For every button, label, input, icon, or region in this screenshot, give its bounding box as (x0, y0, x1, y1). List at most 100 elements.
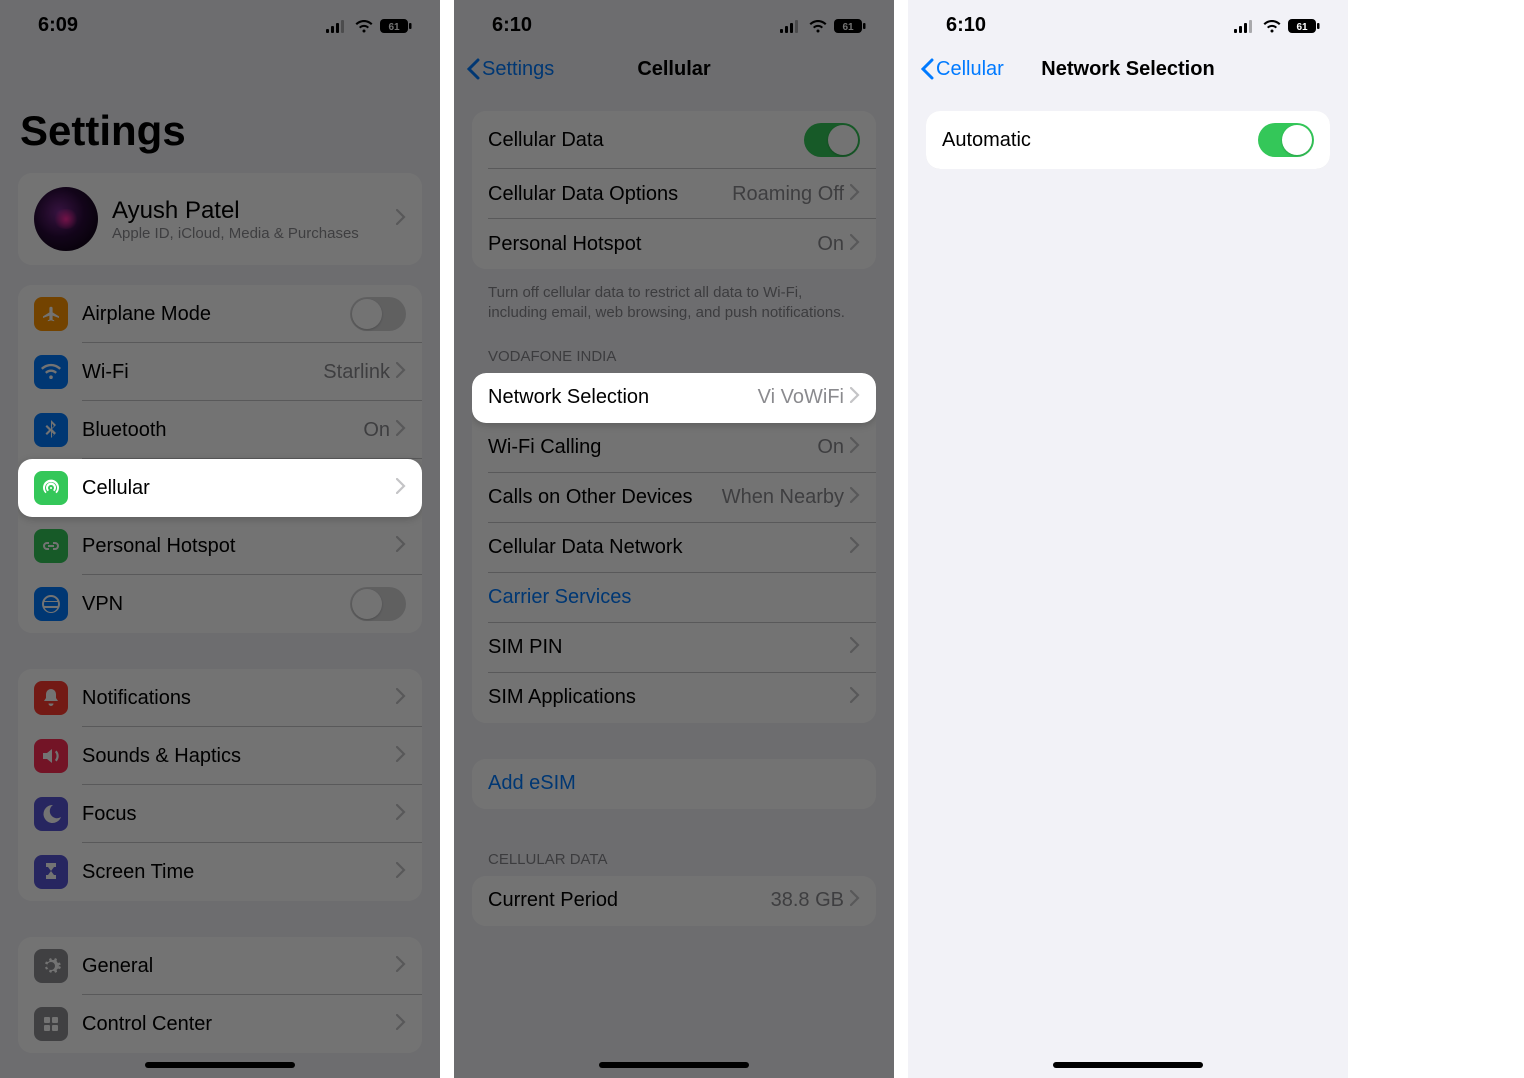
list-row[interactable]: Notifications (18, 669, 422, 727)
apple-id-row[interactable]: Ayush Patel Apple ID, iCloud, Media & Pu… (18, 173, 422, 265)
cellular-signal-icon (780, 19, 802, 33)
list-row[interactable]: SIM Applications (472, 673, 876, 723)
svg-text:61: 61 (1296, 22, 1308, 33)
phone-network-selection: 6:10 61 Cellular Network Selection Autom… (908, 0, 1348, 1078)
battery-icon: 61 (834, 19, 866, 33)
row-icon (34, 529, 68, 563)
chevron-right-icon (850, 537, 860, 553)
row-label: Carrier Services (488, 586, 860, 609)
row-value: Roaming Off (732, 183, 844, 206)
list-row[interactable]: Personal Hotspot (18, 517, 422, 575)
list-row[interactable]: Calls on Other DevicesWhen Nearby (472, 473, 876, 523)
status-time: 6:09 (38, 14, 78, 37)
page-title: Cellular (454, 58, 894, 81)
row-label: Cellular Data Options (488, 183, 732, 206)
row-label: Wi-Fi (82, 361, 323, 384)
row-value: When Nearby (722, 486, 844, 509)
list-row[interactable]: Cellular Data (472, 111, 876, 169)
chevron-right-icon (396, 536, 406, 552)
carrier-group: Network SelectionVi VoWiFiWi-Fi CallingO… (472, 373, 876, 723)
row-label: Automatic (942, 129, 1258, 152)
list-row[interactable]: VPN (18, 575, 422, 633)
chevron-right-icon (850, 184, 860, 205)
list-row[interactable]: Control Center (18, 995, 422, 1053)
list-row[interactable]: Sounds & Haptics (18, 727, 422, 785)
chevron-right-icon (850, 637, 860, 653)
list-row[interactable]: Cellular (18, 459, 422, 517)
row-icon (34, 949, 68, 983)
chevron-right-icon (396, 804, 406, 820)
list-row[interactable]: Personal HotspotOn (472, 219, 876, 269)
chevron-right-icon (396, 1014, 406, 1030)
chevron-right-icon (850, 387, 860, 403)
chevron-right-icon (850, 537, 860, 558)
chevron-right-icon (396, 536, 406, 557)
chevron-right-icon (396, 1014, 406, 1035)
row-icon (34, 797, 68, 831)
esim-group: Add eSIM (472, 759, 876, 809)
chevron-right-icon (396, 804, 406, 825)
status-time: 6:10 (946, 14, 986, 37)
list-row[interactable]: Focus (18, 785, 422, 843)
chevron-right-icon (396, 209, 406, 225)
list-row[interactable]: Wi-Fi CallingOn (472, 423, 876, 473)
nav-bar: Cellular Network Selection (908, 47, 1348, 95)
chevron-right-icon (396, 862, 406, 883)
row-icon (34, 855, 68, 889)
status-bar: 6:10 61 (908, 0, 1348, 47)
status-bar: 6:10 61 (454, 0, 894, 47)
list-row[interactable]: Carrier Services (472, 573, 876, 623)
home-indicator[interactable] (145, 1062, 295, 1068)
list-row[interactable]: Screen Time (18, 843, 422, 901)
chevron-right-icon (396, 862, 406, 878)
chevron-right-icon (850, 890, 860, 911)
row-icon (34, 1007, 68, 1041)
row-label: Control Center (82, 1013, 396, 1036)
usage-group: Current Period38.8 GB (472, 876, 876, 926)
cellular-signal-icon (326, 19, 348, 33)
chevron-right-icon (850, 637, 860, 658)
toggle[interactable] (350, 587, 406, 621)
list-row[interactable]: Current Period38.8 GB (472, 876, 876, 926)
row-value: On (363, 419, 390, 442)
list-row[interactable]: Wi-FiStarlink (18, 343, 422, 401)
battery-icon: 61 (1288, 19, 1320, 33)
list-row[interactable]: Automatic (926, 111, 1330, 169)
toggle[interactable] (350, 297, 406, 331)
home-indicator[interactable] (1053, 1062, 1203, 1068)
chevron-right-icon (396, 420, 406, 436)
row-label: Cellular Data Network (488, 536, 850, 559)
toggle[interactable] (1258, 123, 1314, 157)
list-row[interactable]: Cellular Data OptionsRoaming Off (472, 169, 876, 219)
row-label: Wi-Fi Calling (488, 436, 817, 459)
chevron-right-icon (396, 746, 406, 767)
wifi-icon (1262, 19, 1282, 33)
avatar (34, 187, 98, 251)
chevron-right-icon (396, 362, 406, 383)
phone-settings: 6:09 61 Settings Ayush Patel Apple ID, i… (0, 0, 440, 1078)
home-indicator[interactable] (599, 1062, 749, 1068)
group-footer: Turn off cellular data to restrict all d… (454, 275, 894, 342)
toggle[interactable] (804, 123, 860, 157)
phone-cellular: 6:10 61 Settings Cellular Cellular DataC… (454, 0, 894, 1078)
chevron-right-icon (850, 387, 860, 408)
list-row[interactable]: Cellular Data Network (472, 523, 876, 573)
row-label: Network Selection (488, 386, 758, 409)
row-label: Personal Hotspot (488, 233, 817, 256)
chevron-right-icon (850, 184, 860, 200)
list-row[interactable]: Airplane Mode (18, 285, 422, 343)
chevron-right-icon (850, 234, 860, 250)
list-row[interactable]: General (18, 937, 422, 995)
row-icon (34, 297, 68, 331)
list-row[interactable]: Network SelectionVi VoWiFi (472, 373, 876, 423)
row-label: Screen Time (82, 861, 396, 884)
row-label: Calls on Other Devices (488, 486, 722, 509)
list-row[interactable]: SIM PIN (472, 623, 876, 673)
row-label: Personal Hotspot (82, 535, 396, 558)
battery-icon: 61 (380, 19, 412, 33)
section-header: Vodafone India (454, 342, 894, 373)
list-row[interactable]: BluetoothOn (18, 401, 422, 459)
wifi-icon (808, 19, 828, 33)
list-row[interactable]: Add eSIM (472, 759, 876, 809)
cellular-data-group: Cellular DataCellular Data OptionsRoamin… (472, 111, 876, 269)
